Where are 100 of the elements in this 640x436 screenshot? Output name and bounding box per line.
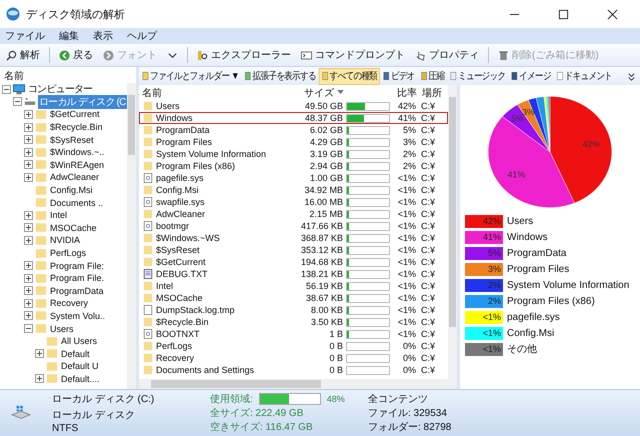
column-header[interactable]: 名前 bbox=[139, 86, 288, 100]
file-name: Program Files bbox=[156, 137, 212, 147]
ratio-text: <1% bbox=[398, 257, 416, 267]
menu-item[interactable]: 表示 bbox=[93, 29, 113, 43]
expand-icon[interactable] bbox=[24, 286, 33, 296]
expand-icon[interactable] bbox=[24, 236, 33, 245]
tree-item[interactable]: $Recycle.Bin bbox=[49, 122, 104, 132]
filter-tab[interactable]: ミュージック bbox=[446, 68, 508, 84]
tree-item[interactable]: Config.Msi bbox=[49, 185, 94, 196]
size-info: 空きサイズ: 116.47 GB bbox=[210, 420, 314, 434]
column-header[interactable]: 比率 bbox=[393, 86, 417, 100]
collapse-icon[interactable] bbox=[24, 324, 33, 334]
folder-icon bbox=[46, 336, 58, 347]
folder-icon bbox=[35, 108, 47, 120]
tree-item[interactable]: Intel bbox=[49, 210, 68, 220]
tree-item[interactable]: Default.... bbox=[60, 374, 101, 384]
folder-search-icon bbox=[197, 50, 208, 60]
filter-tab[interactable]: すべての種類 bbox=[318, 68, 380, 84]
expand-icon[interactable] bbox=[24, 172, 33, 182]
filter-tab[interactable]: 圧縮 bbox=[417, 68, 447, 84]
file-name: Program Files (x86) bbox=[156, 161, 236, 171]
maximize-icon[interactable] bbox=[558, 8, 569, 20]
expand-icon[interactable] bbox=[24, 110, 33, 119]
expand-icon[interactable] bbox=[24, 261, 33, 270]
tree-item[interactable]: Default bbox=[60, 348, 91, 359]
file-icon bbox=[143, 305, 153, 315]
size-text: 3.19 GB bbox=[310, 149, 343, 159]
toolbar-button[interactable]: 戻る bbox=[55, 47, 97, 63]
tree-item[interactable]: Users bbox=[49, 324, 75, 334]
tree-item[interactable]: Default U bbox=[60, 361, 100, 372]
expand-icon[interactable] bbox=[24, 311, 33, 320]
location-text: C:¥ bbox=[421, 245, 436, 255]
tree-item[interactable]: コンピューター bbox=[27, 83, 94, 96]
folder-icon bbox=[35, 222, 47, 234]
tree-item[interactable]: System Volu.. bbox=[49, 310, 106, 321]
menu-item[interactable]: ヘルプ bbox=[127, 29, 157, 43]
legend-label: ProgramData bbox=[507, 248, 566, 258]
collapse-icon[interactable] bbox=[2, 84, 11, 94]
tree-item[interactable]: NVIDIA bbox=[49, 235, 82, 246]
column-header[interactable]: 名前 bbox=[0, 67, 136, 83]
tree-item[interactable]: ProgramData bbox=[49, 286, 105, 296]
tree-item[interactable]: MSOCache bbox=[49, 222, 98, 233]
tree-item[interactable]: $Windows.~.. bbox=[49, 147, 106, 158]
tree-item[interactable]: $SysReset bbox=[49, 134, 95, 145]
toolbar-button[interactable]: コマンドプロンプト bbox=[297, 47, 409, 63]
tree-item[interactable]: PerfLogs bbox=[49, 248, 88, 258]
tree-item[interactable]: ローカル ディスク (C bbox=[38, 94, 127, 109]
expand-icon[interactable] bbox=[24, 148, 33, 157]
scrollbar[interactable] bbox=[139, 379, 457, 389]
tree-item[interactable]: Recovery bbox=[49, 298, 90, 308]
filter-tab[interactable]: ファイルとフォルダー ▼ bbox=[139, 68, 242, 84]
file-name: Documents and Settings bbox=[156, 365, 254, 375]
column-header[interactable]: 場所 bbox=[417, 86, 448, 100]
toolbar-button[interactable]: プロパティ bbox=[411, 47, 483, 63]
tree-item[interactable]: All Users bbox=[60, 336, 98, 346]
tree-item[interactable]: $WinREAgen bbox=[49, 160, 106, 170]
size-info: 全サイズ: 222.49 GB bbox=[210, 407, 304, 420]
tree-item[interactable]: AdwCleaner bbox=[49, 172, 100, 182]
toolbar-button[interactable]: エクスプローラー bbox=[193, 47, 295, 63]
text-file-icon bbox=[143, 269, 153, 279]
ratio-bar bbox=[346, 246, 390, 254]
collapse-icon[interactable] bbox=[13, 97, 22, 106]
location-text: C:¥ bbox=[421, 305, 436, 315]
scrollbar[interactable] bbox=[127, 83, 136, 389]
filter-tab[interactable]: 拡張子を表示する bbox=[241, 68, 318, 84]
expand-icon[interactable] bbox=[24, 223, 33, 232]
column-header[interactable]: サイズ bbox=[288, 86, 347, 100]
ratio-text: 5% bbox=[402, 125, 416, 135]
terminal-icon bbox=[301, 50, 312, 60]
menu-item[interactable]: ファイル bbox=[5, 29, 45, 43]
legend-swatch: 41% bbox=[465, 230, 503, 244]
size-text: 4.29 GB bbox=[310, 137, 343, 147]
ratio-bar bbox=[346, 330, 390, 338]
expand-icon[interactable] bbox=[24, 122, 33, 132]
legend-swatch: 42% bbox=[465, 214, 503, 228]
expand-icon[interactable] bbox=[24, 298, 33, 308]
expand-icon[interactable] bbox=[35, 349, 44, 358]
scrollbar[interactable] bbox=[448, 85, 457, 379]
highlighted-row[interactable]: Windows 48.37 GB 41% C:¥ bbox=[139, 112, 448, 124]
expand-icon[interactable] bbox=[24, 274, 33, 283]
toolbar-button[interactable]: 解析 bbox=[2, 47, 44, 63]
expand-icon[interactable] bbox=[24, 210, 33, 220]
tree-item[interactable]: Program File: bbox=[49, 260, 106, 271]
location-text: C:¥ bbox=[421, 233, 436, 243]
close-icon[interactable] bbox=[607, 8, 618, 20]
filter-tab[interactable]: ドキュメント bbox=[553, 68, 615, 84]
filter-tab[interactable]: ビデオ bbox=[380, 68, 418, 84]
location-text: C:¥ bbox=[421, 101, 436, 111]
legend-swatch: 2% bbox=[465, 294, 503, 308]
filter-tab[interactable]: イメージ bbox=[508, 68, 554, 84]
overflow-icon[interactable] bbox=[626, 70, 637, 82]
tree-item[interactable]: Program File. bbox=[49, 273, 106, 284]
ratio-text: <1% bbox=[398, 293, 416, 303]
menu-item[interactable]: 編集 bbox=[59, 29, 79, 43]
tree-item[interactable]: Documents .. bbox=[49, 198, 104, 208]
expand-icon[interactable] bbox=[24, 135, 33, 144]
tree-item[interactable]: $GetCurrent bbox=[49, 109, 101, 120]
drive-info: NTFS bbox=[52, 423, 80, 434]
expand-icon[interactable] bbox=[24, 160, 33, 170]
expand-icon[interactable] bbox=[35, 374, 44, 384]
